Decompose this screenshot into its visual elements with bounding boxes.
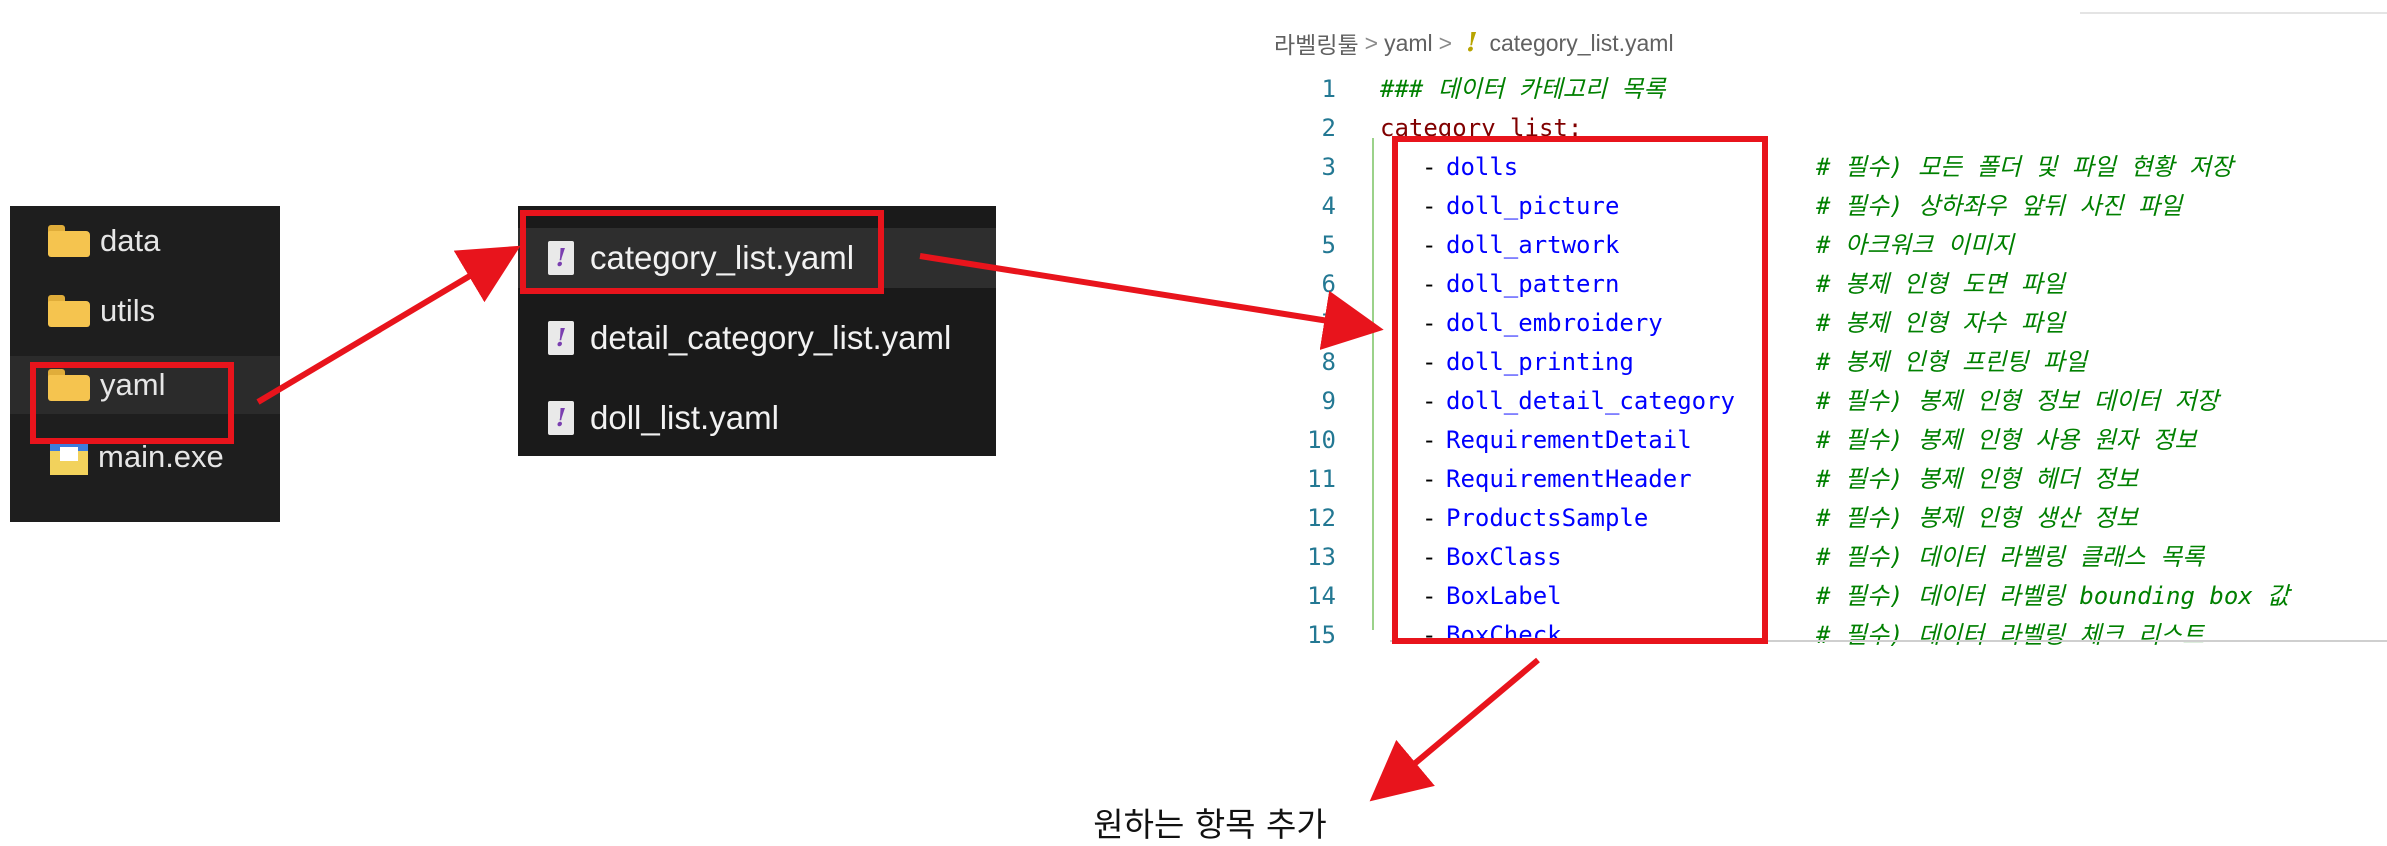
annotation-arrows bbox=[256, 245, 1540, 802]
arrow-to-yaml-panel bbox=[256, 245, 521, 405]
annotation-caption: 원하는 항목 추가 bbox=[1093, 805, 1327, 844]
arrow-to-caption bbox=[1369, 657, 1540, 802]
arrow-to-editor bbox=[919, 253, 1384, 350]
